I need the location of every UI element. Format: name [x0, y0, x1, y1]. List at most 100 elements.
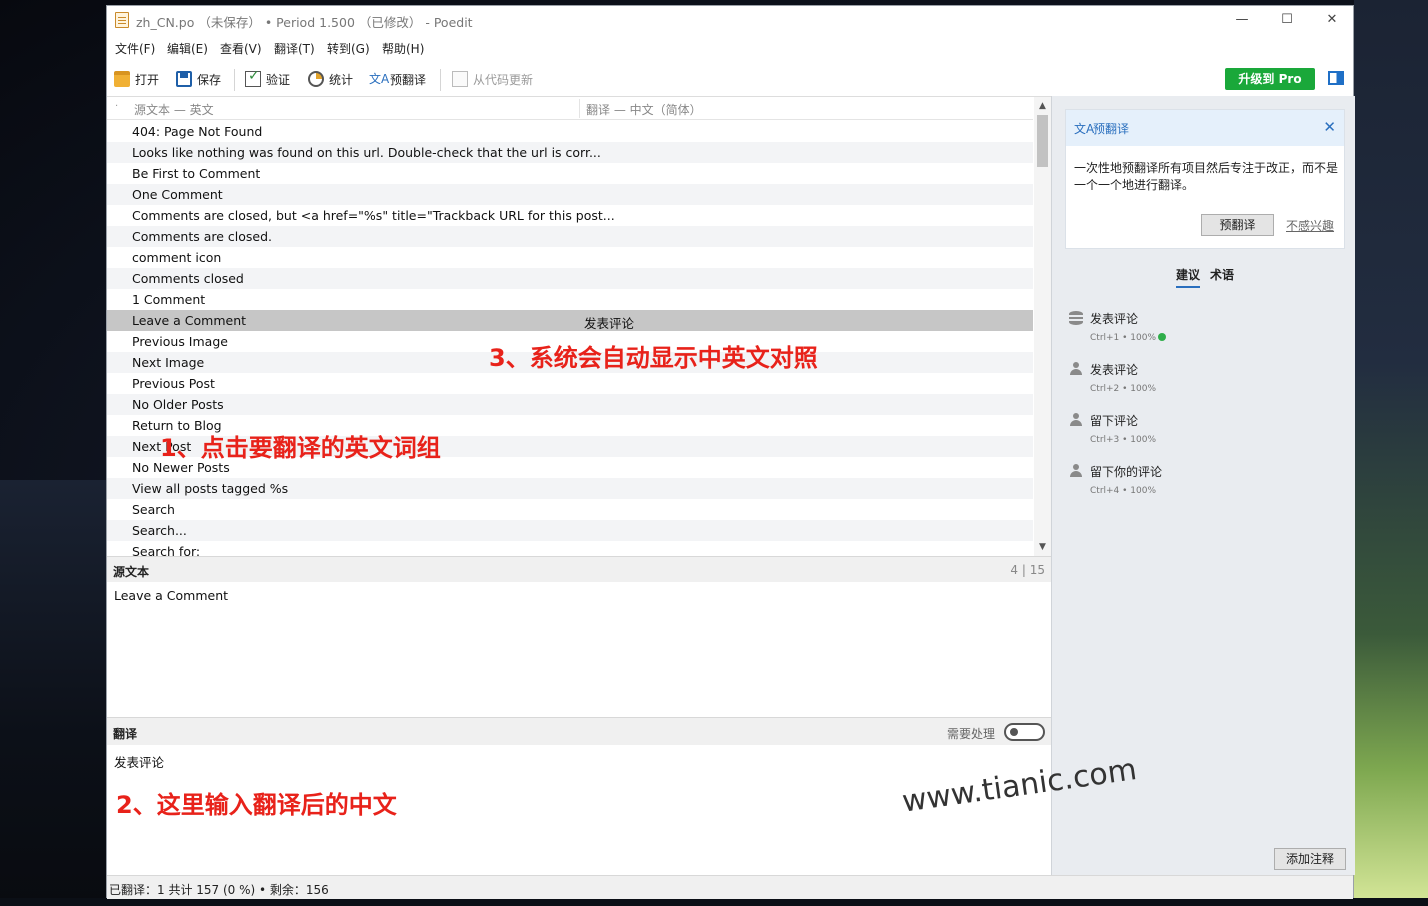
menu-translate[interactable]: 翻译(T)	[274, 40, 315, 57]
stats-button[interactable]: 统计	[308, 66, 353, 92]
status-text: 已翻译：1 共计 157 (0 %) • 剩余：156	[109, 883, 329, 897]
needs-work-label: 需要处理	[947, 727, 996, 741]
desktop-background-right	[1354, 0, 1428, 906]
minimize-button[interactable]: —	[1219, 6, 1265, 34]
table-row[interactable]: Previous Post	[107, 373, 1033, 394]
not-interested-link[interactable]: 不感兴趣	[1286, 217, 1334, 234]
status-bar: 已翻译：1 共计 157 (0 %) • 剩余：156	[107, 875, 1353, 899]
pretranslate-card-button[interactable]: 预翻译	[1201, 214, 1274, 236]
maximize-button[interactable]: ☐	[1264, 6, 1310, 34]
table-row[interactable]: 1 Comment	[107, 289, 1033, 310]
update-from-code-button[interactable]: 从代码更新	[452, 66, 533, 92]
translate-icon: 文A	[369, 72, 390, 86]
user-icon	[1069, 464, 1083, 478]
save-button[interactable]: 保存	[176, 66, 221, 92]
annotation-step1: 1、点击要翻译的英文词组	[160, 434, 441, 462]
suggestion-item[interactable]: 留下你的评论 Ctrl+4 • 100%	[1052, 464, 1355, 515]
close-icon[interactable]: ✕	[1323, 118, 1336, 136]
table-row[interactable]: Comments closed	[107, 268, 1033, 289]
translation-column-header[interactable]: 翻译 — 中文（简体）	[586, 101, 702, 118]
stats-label: 统计	[329, 72, 354, 87]
list-header-marker: ·	[115, 101, 119, 112]
pretranslate-card-header: 文A 预翻译 ✕	[1066, 110, 1344, 146]
entry-counter: 4 | 15	[1010, 563, 1045, 577]
row-source-text: Comments closed	[132, 271, 244, 286]
annotation-step3: 3、系统会自动显示中英文对照	[489, 344, 818, 372]
row-source-text: View all posts tagged %s	[132, 481, 289, 496]
table-row[interactable]: One Comment	[107, 184, 1033, 205]
table-row[interactable]: Looks like nothing was found on this url…	[107, 142, 1033, 163]
column-divider[interactable]	[579, 99, 580, 118]
suggestion-item[interactable]: 发表评论 Ctrl+1 • 100%	[1052, 311, 1355, 362]
suggestion-meta: Ctrl+1 • 100%	[1090, 333, 1167, 343]
suggestion-item[interactable]: 发表评论 Ctrl+2 • 100%	[1052, 362, 1355, 413]
window-title: zh_CN.po （未保存） • Period 1.500 （已修改） - Po…	[136, 15, 473, 30]
row-source-text: Comments are closed, but <a href="%s" ti…	[132, 208, 615, 223]
pretranslate-button[interactable]: 文A 预翻译	[369, 66, 426, 92]
menu-help[interactable]: 帮助(H)	[382, 40, 424, 57]
upgrade-pro-button[interactable]: 升级到 Pro	[1225, 68, 1315, 90]
row-source-text: One Comment	[132, 187, 223, 202]
row-source-text: Previous Post	[132, 376, 215, 391]
table-row[interactable]: Search for:	[107, 541, 1033, 557]
pretranslate-label: 预翻译	[390, 72, 427, 87]
scroll-down-icon[interactable]: ▼	[1034, 540, 1051, 554]
needs-work-toggle[interactable]	[1004, 723, 1045, 741]
list-scrollbar[interactable]: ▲ ▼	[1034, 97, 1051, 557]
sidebar-toggle-icon[interactable]	[1328, 71, 1344, 85]
menu-goto[interactable]: 转到(G)	[327, 40, 370, 57]
toolbar-separator	[234, 69, 235, 91]
row-source-text: Search	[132, 502, 175, 517]
pretranslate-description: 一次性地预翻译所有项目然后专注于改正，而不是一个一个地进行翻译。	[1074, 161, 1339, 192]
po-file-icon	[115, 12, 129, 28]
scroll-up-icon[interactable]: ▲	[1034, 99, 1051, 113]
checkbox-icon	[245, 68, 261, 87]
menu-bar: 文件(F) 编辑(E) 查看(V) 翻译(T) 转到(G) 帮助(H)	[107, 40, 1353, 60]
translation-panel-label: 翻译	[113, 727, 138, 741]
desktop-background	[0, 480, 106, 906]
desktop-background-bottom	[0, 898, 1428, 906]
user-icon	[1069, 413, 1083, 427]
string-list: · 源文本 — 英文 翻译 — 中文（简体） 404: Page Not Fou…	[107, 96, 1051, 557]
tab-terms[interactable]: 术语	[1210, 266, 1234, 283]
folder-icon	[114, 71, 130, 87]
row-source-text: comment icon	[132, 250, 222, 265]
row-source-text: Be First to Comment	[132, 166, 261, 181]
menu-edit[interactable]: 编辑(E)	[167, 40, 208, 57]
toolbar: 打开 保存 验证 统计 文A 预翻译 从代码更新 升级到 Pro	[107, 66, 1353, 94]
row-source-text: No Older Posts	[132, 397, 224, 412]
table-row[interactable]: Be First to Comment	[107, 163, 1033, 184]
table-row[interactable]: No Older Posts	[107, 394, 1033, 415]
suggestion-item[interactable]: 留下评论 Ctrl+3 • 100%	[1052, 413, 1355, 464]
validate-button[interactable]: 验证	[245, 66, 290, 92]
table-row[interactable]: Search...	[107, 520, 1033, 541]
source-panel-header: 源文本 4 | 15	[107, 556, 1051, 582]
scroll-thumb[interactable]	[1037, 115, 1048, 167]
database-icon	[1069, 311, 1083, 325]
source-column-header[interactable]: 源文本 — 英文	[134, 101, 214, 118]
pie-chart-icon	[308, 71, 324, 87]
translation-text[interactable]: 发表评论	[114, 752, 164, 771]
table-row[interactable]: comment icon	[107, 247, 1033, 268]
validate-label: 验证	[266, 72, 291, 87]
table-row[interactable]: View all posts tagged %s	[107, 478, 1033, 499]
table-row[interactable]: Leave a Comment 发表评论	[107, 310, 1033, 331]
open-button[interactable]: 打开	[114, 66, 159, 92]
close-button[interactable]: ✕	[1309, 6, 1355, 34]
row-translation-text: 发表评论	[584, 316, 635, 331]
table-row[interactable]: Search	[107, 499, 1033, 520]
annotation-step2: 2、这里输入翻译后的中文	[116, 791, 397, 819]
pretranslate-card-title: 预翻译	[1093, 122, 1130, 136]
table-row[interactable]: 404: Page Not Found	[107, 121, 1033, 142]
title-bar: zh_CN.po （未保存） • Period 1.500 （已修改） - Po…	[107, 6, 1353, 34]
add-note-button[interactable]: 添加注释	[1274, 848, 1346, 870]
table-row[interactable]: Comments are closed, but <a href="%s" ti…	[107, 205, 1033, 226]
menu-file[interactable]: 文件(F)	[115, 40, 155, 57]
translation-panel-header: 翻译 需要处理	[107, 717, 1051, 745]
table-row[interactable]: Comments are closed.	[107, 226, 1033, 247]
save-label: 保存	[197, 72, 222, 87]
menu-view[interactable]: 查看(V)	[220, 40, 262, 57]
tab-suggestions[interactable]: 建议	[1176, 266, 1201, 288]
suggestion-text: 发表评论	[1090, 312, 1139, 326]
document-icon	[452, 71, 468, 87]
